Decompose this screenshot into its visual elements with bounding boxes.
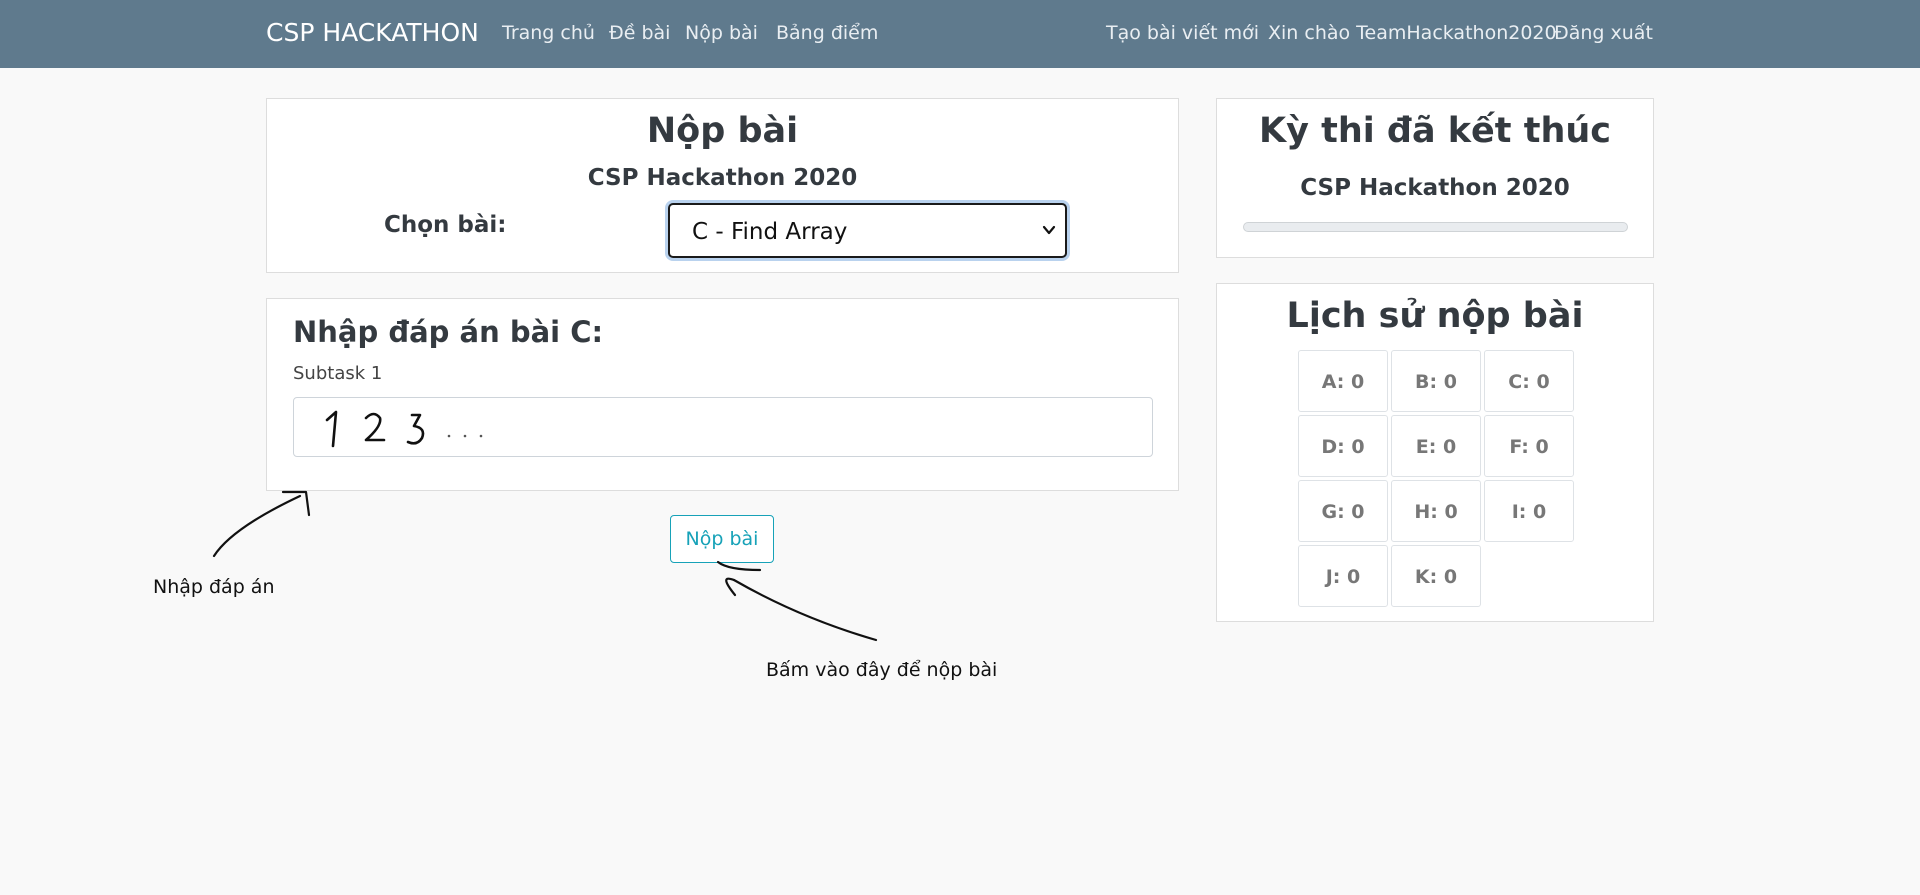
submit-title: Nộp bài bbox=[646, 111, 799, 151]
nav-new-post-link[interactable]: Tạo bài viết mới bbox=[1106, 22, 1259, 44]
chevron-down-icon bbox=[1042, 225, 1056, 235]
annotation-enter-answer: Nhập đáp án bbox=[153, 576, 275, 598]
nav-user-greeting[interactable]: Xin chào TeamHackathon2020 bbox=[1268, 22, 1557, 44]
contest-progress-bar bbox=[1243, 222, 1628, 232]
annotation-click-submit: Bấm vào đây để nộp bài bbox=[766, 659, 998, 681]
contest-status-card: Kỳ thi đã kết thúc CSP Hackathon 2020 bbox=[1216, 98, 1654, 258]
history-item: C: 0 bbox=[1484, 350, 1574, 412]
handwritten-sample-answer bbox=[325, 410, 483, 448]
history-item: E: 0 bbox=[1391, 415, 1481, 477]
history-item: B: 0 bbox=[1391, 350, 1481, 412]
submit-button[interactable]: Nộp bài bbox=[670, 515, 774, 563]
history-item: G: 0 bbox=[1298, 480, 1388, 542]
history-item: A: 0 bbox=[1298, 350, 1388, 412]
history-item: K: 0 bbox=[1391, 545, 1481, 607]
history-item: F: 0 bbox=[1484, 415, 1574, 477]
history-item: H: 0 bbox=[1391, 480, 1481, 542]
choose-problem-label: Chọn bài: bbox=[384, 212, 507, 238]
nav-scoreboard-link[interactable]: Bảng điểm bbox=[776, 22, 878, 44]
status-contest-name: CSP Hackathon 2020 bbox=[1300, 175, 1570, 201]
answer-card: Nhập đáp án bài C: Subtask 1 bbox=[266, 298, 1179, 491]
problem-select-value: C - Find Array bbox=[692, 219, 848, 245]
navbar: CSP HACKATHON Trang chủ Đề bài Nộp bài B… bbox=[0, 0, 1920, 68]
nav-logout-link[interactable]: Đăng xuất bbox=[1554, 22, 1653, 44]
contest-status-title: Kỳ thi đã kết thúc bbox=[1258, 111, 1612, 151]
problem-select[interactable]: C - Find Array bbox=[668, 203, 1067, 258]
history-item: J: 0 bbox=[1298, 545, 1388, 607]
contest-name: CSP Hackathon 2020 bbox=[587, 165, 858, 191]
answer-title: Nhập đáp án bài C: bbox=[293, 315, 604, 349]
nav-home-link[interactable]: Trang chủ bbox=[502, 22, 595, 44]
nav-problems-link[interactable]: Đề bài bbox=[609, 22, 670, 44]
nav-submit-link[interactable]: Nộp bài bbox=[685, 22, 758, 44]
answer-input[interactable] bbox=[293, 397, 1153, 457]
brand-link[interactable]: CSP HACKATHON bbox=[266, 18, 479, 47]
history-item: I: 0 bbox=[1484, 480, 1574, 542]
subtask-label: Subtask 1 bbox=[293, 363, 383, 384]
history-item: D: 0 bbox=[1298, 415, 1388, 477]
history-title: Lịch sử nộp bài bbox=[1286, 296, 1584, 336]
